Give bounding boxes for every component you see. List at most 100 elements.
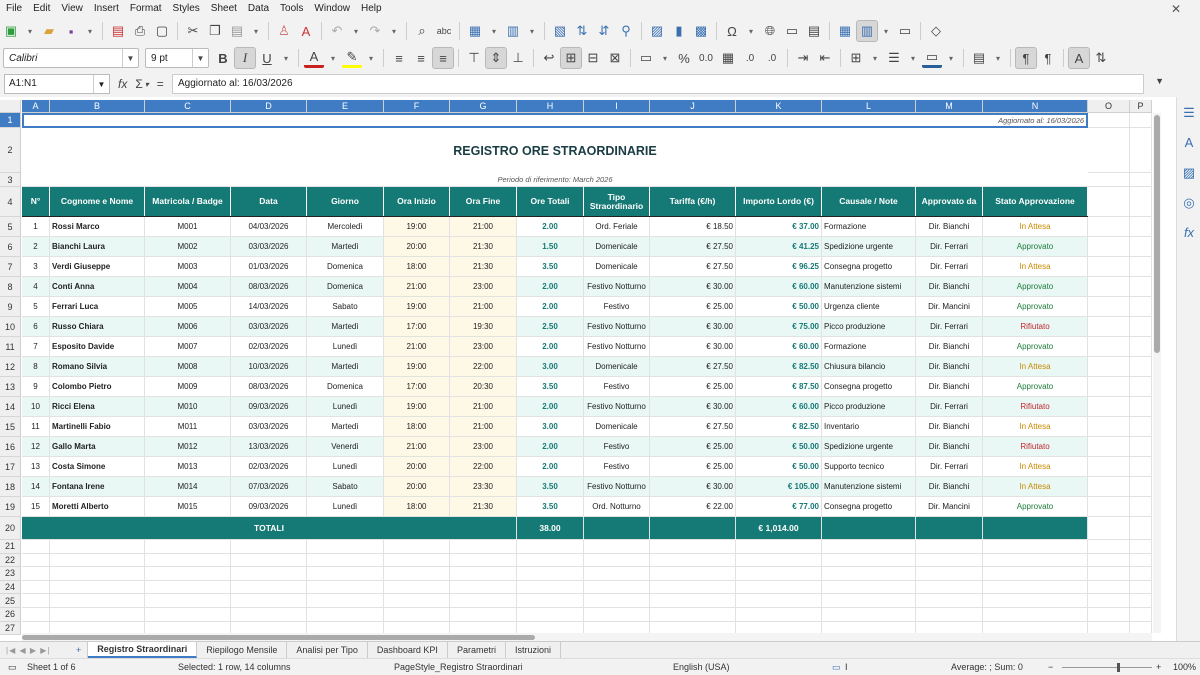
column-header-o[interactable]: O [1088, 100, 1130, 113]
data-cell[interactable]: Urgenza cliente [822, 297, 916, 317]
menu-file[interactable]: File [6, 3, 22, 14]
menu-format[interactable]: Format [130, 3, 162, 14]
zoom-slider[interactable] [1062, 667, 1152, 668]
italic-icon[interactable]: I [234, 47, 256, 69]
data-cell[interactable]: € 87.50 [736, 377, 822, 397]
data-cell[interactable]: Formazione [822, 337, 916, 357]
status-badge[interactable]: Approvato [983, 297, 1088, 317]
empty-cell[interactable] [1130, 187, 1152, 217]
redo-dropdown-icon[interactable]: ▾ [387, 21, 401, 41]
data-cell[interactable]: Festivo [584, 457, 650, 477]
data-cell[interactable]: Martedì [307, 317, 384, 337]
menu-edit[interactable]: Edit [33, 3, 50, 14]
empty-cell[interactable] [450, 540, 517, 554]
menu-styles[interactable]: Styles [173, 3, 200, 14]
data-cell[interactable]: 20:30 [450, 377, 517, 397]
data-cell[interactable]: Martedì [307, 357, 384, 377]
empty-cell[interactable] [1088, 497, 1130, 517]
status-badge[interactable]: Approvato [983, 237, 1088, 257]
column-header-k[interactable]: K [736, 100, 822, 113]
sort-ascending-icon[interactable]: ⇅ [572, 21, 592, 41]
data-cell[interactable]: Festivo Notturno [584, 337, 650, 357]
empty-cell[interactable] [650, 553, 736, 568]
data-cell[interactable]: Martedì [307, 237, 384, 257]
menu-insert[interactable]: Insert [94, 3, 119, 14]
empty-cell[interactable] [307, 553, 384, 568]
column-title-3[interactable]: Matricola / Badge [145, 187, 231, 217]
empty-cell[interactable] [983, 553, 1088, 568]
data-cell[interactable]: M002 [145, 237, 231, 257]
empty-cell[interactable] [384, 553, 450, 568]
empty-cell[interactable] [450, 553, 517, 568]
data-cell[interactable]: 22:00 [450, 457, 517, 477]
data-cell[interactable]: 03/03/2026 [231, 417, 307, 437]
special-character-dropdown-icon[interactable]: ▾ [744, 21, 758, 41]
empty-cell[interactable] [822, 580, 916, 595]
empty-cell[interactable] [450, 580, 517, 595]
clone-formatting-icon[interactable]: ♙ [274, 21, 294, 41]
data-cell[interactable]: M012 [145, 437, 231, 457]
data-cell[interactable]: € 22.00 [650, 497, 736, 517]
data-cell[interactable]: Verdi Giuseppe [50, 257, 145, 277]
empty-cell[interactable] [50, 540, 145, 554]
status-badge[interactable]: In Attesa [983, 257, 1088, 277]
merge-center-icon[interactable]: ⊞ [560, 47, 582, 69]
empty-cell[interactable] [1088, 317, 1130, 337]
data-cell[interactable]: € 30.00 [650, 277, 736, 297]
data-cell[interactable]: 2.00 [517, 457, 584, 477]
empty-cell[interactable] [1088, 567, 1130, 581]
data-cell[interactable]: 19:00 [384, 397, 450, 417]
data-cell[interactable]: 21:00 [384, 277, 450, 297]
data-cell[interactable]: Dir. Bianchi [916, 217, 983, 237]
data-cell[interactable]: € 77.00 [736, 497, 822, 517]
data-cell[interactable]: 2.00 [517, 277, 584, 297]
page-style[interactable]: PageStyle_Registro Straordinari [394, 662, 523, 672]
navigator-icon[interactable]: ◎ [1177, 195, 1200, 221]
data-cell[interactable]: 04/03/2026 [231, 217, 307, 237]
status-badge[interactable]: Rifiutato [983, 397, 1088, 417]
empty-cell[interactable] [1130, 417, 1152, 437]
increase-indent-icon[interactable]: ⇥ [793, 48, 813, 68]
data-cell[interactable]: 03/03/2026 [231, 237, 307, 257]
row-header[interactable]: 4 [0, 187, 21, 217]
column-title-4[interactable]: Data [231, 187, 307, 217]
data-cell[interactable]: 19:00 [384, 357, 450, 377]
data-cell[interactable]: 3.50 [517, 477, 584, 497]
data-cell[interactable]: € 30.00 [650, 397, 736, 417]
totals-cell[interactable] [584, 517, 650, 540]
empty-cell[interactable] [50, 553, 145, 568]
empty-cell[interactable] [1130, 567, 1152, 581]
chevron-down-icon[interactable]: ▼ [122, 49, 138, 67]
empty-cell[interactable] [1130, 377, 1152, 397]
empty-cell[interactable] [517, 608, 584, 622]
empty-cell[interactable] [1130, 437, 1152, 457]
column-header-c[interactable]: C [145, 100, 231, 113]
empty-cell[interactable] [450, 594, 517, 608]
data-cell[interactable]: M009 [145, 377, 231, 397]
data-cell[interactable]: 7 [22, 337, 50, 357]
data-cell[interactable]: 3.50 [517, 257, 584, 277]
data-cell[interactable]: Dir. Bianchi [916, 437, 983, 457]
data-cell[interactable]: Festivo Notturno [584, 277, 650, 297]
data-cell[interactable]: Dir. Bianchi [916, 337, 983, 357]
data-cell[interactable]: € 30.00 [650, 337, 736, 357]
empty-cell[interactable] [916, 608, 983, 622]
sum-icon[interactable]: Σ [135, 77, 142, 91]
data-cell[interactable]: Costa Simone [50, 457, 145, 477]
data-cell[interactable]: 21:00 [384, 437, 450, 457]
data-cell[interactable]: M011 [145, 417, 231, 437]
empty-cell[interactable] [650, 540, 736, 554]
data-cell[interactable]: € 25.00 [650, 437, 736, 457]
empty-cell[interactable] [384, 580, 450, 595]
data-cell[interactable]: 1 [22, 217, 50, 237]
data-cell[interactable]: Gallo Marta [50, 437, 145, 457]
empty-cell[interactable] [1088, 173, 1130, 187]
data-cell[interactable]: Colombo Pietro [50, 377, 145, 397]
data-cell[interactable]: 21:30 [450, 237, 517, 257]
text-direction-ltr-icon[interactable]: ¶ [1015, 47, 1037, 69]
empty-cell[interactable] [1130, 397, 1152, 417]
data-cell[interactable]: M005 [145, 297, 231, 317]
data-cell[interactable]: Dir. Ferrari [916, 237, 983, 257]
empty-cell[interactable] [822, 594, 916, 608]
data-cell[interactable]: 2.00 [517, 297, 584, 317]
